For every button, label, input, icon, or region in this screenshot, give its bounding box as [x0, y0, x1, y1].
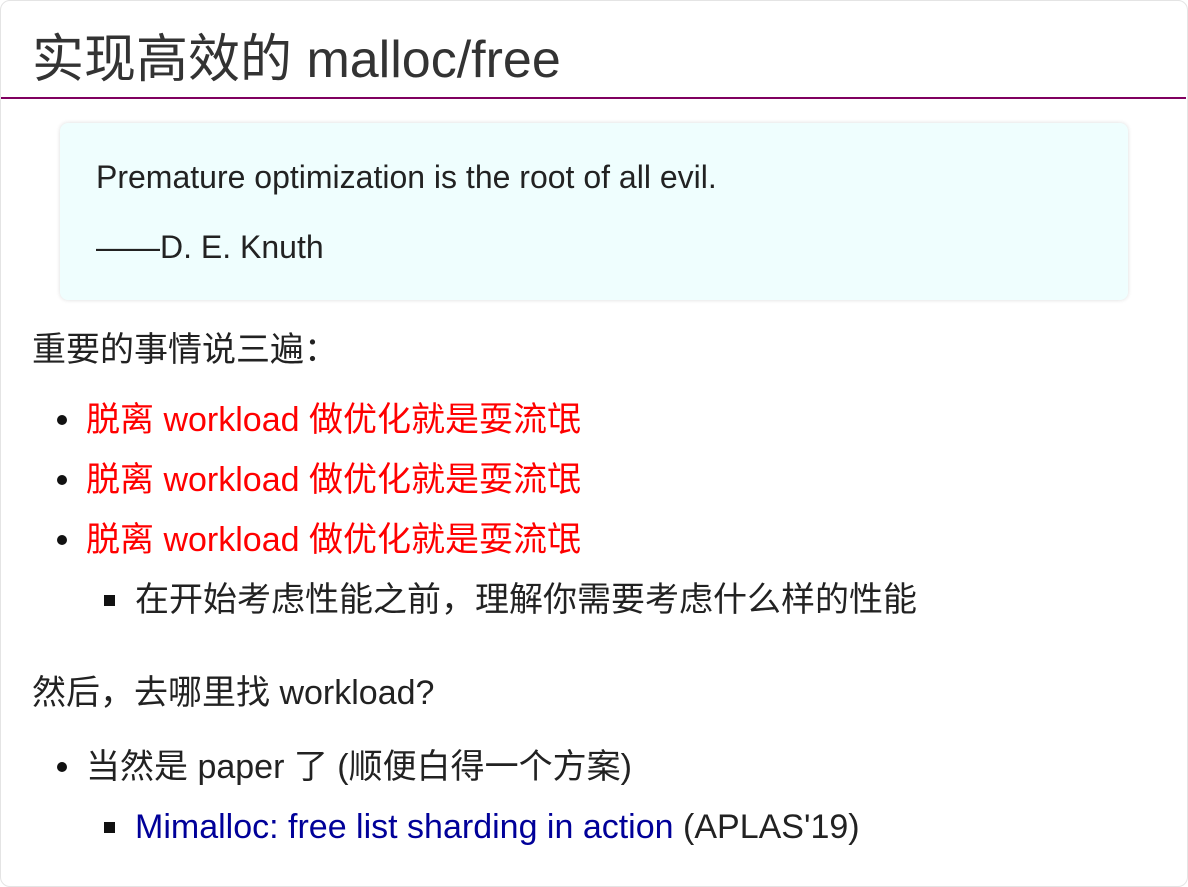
reference-line: Mimalloc: free list sharding in action (… [135, 807, 860, 847]
emphasis-bullet-text: 脱离 workload 做优化就是耍流氓 [86, 461, 581, 499]
section-heading-important: 重要的事情说三遍： [0, 330, 1188, 370]
bullet-dot-icon [57, 535, 67, 545]
bullet-dot-icon [57, 762, 67, 772]
paper-venue: (APLAS'19) [683, 808, 860, 846]
section-heading-text: 然后，去哪里找 workload? [32, 674, 435, 712]
slide-title: 实现高效的 malloc/free [32, 31, 561, 89]
sub-list-item: 在开始考虑性能之前，理解你需要考虑什么样的性能 [0, 580, 1188, 620]
list-item: 脱离 workload 做优化就是耍流氓 [0, 400, 1188, 440]
title-underline [1, 97, 1186, 99]
emphasis-bullet-text: 脱离 workload 做优化就是耍流氓 [86, 401, 581, 439]
bullet-square-icon [104, 822, 115, 833]
list-item: 当然是 paper 了 (顺便白得一个方案) [0, 747, 1188, 787]
bullet-dot-icon [57, 475, 67, 485]
bullet-square-icon [104, 595, 115, 606]
section-heading-text: 重要的事情说三遍： [32, 331, 338, 369]
quote-text: Premature optimization is the root of al… [96, 159, 717, 195]
quote-attribution: ——D. E. Knuth [96, 229, 324, 265]
list-item: 脱离 workload 做优化就是耍流氓 [0, 520, 1188, 560]
section-heading-workload: 然后，去哪里找 workload? [0, 673, 1188, 713]
quote-box: Premature optimization is the root of al… [60, 123, 1128, 300]
bullet-text: 当然是 paper 了 (顺便白得一个方案) [86, 748, 632, 786]
sub-bullet-text: 在开始考虑性能之前，理解你需要考虑什么样的性能 [135, 581, 917, 619]
emphasis-bullet-text: 脱离 workload 做优化就是耍流氓 [86, 521, 581, 559]
sub-list-item: Mimalloc: free list sharding in action (… [0, 807, 1188, 847]
list-item: 脱离 workload 做优化就是耍流氓 [0, 460, 1188, 500]
paper-link[interactable]: Mimalloc: free list sharding in action [135, 808, 674, 846]
bullet-dot-icon [57, 415, 67, 425]
